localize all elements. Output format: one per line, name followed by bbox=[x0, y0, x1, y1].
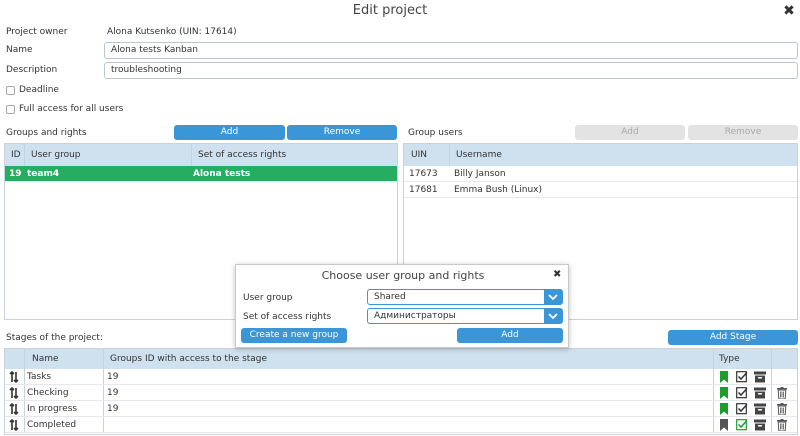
trash-icon[interactable] bbox=[777, 387, 787, 399]
archive-icon[interactable] bbox=[754, 419, 766, 431]
col-user-group: User group bbox=[31, 150, 81, 160]
chevron-down-icon[interactable] bbox=[544, 290, 562, 304]
stage-groups: 19 bbox=[107, 404, 119, 414]
archive-icon[interactable] bbox=[754, 371, 766, 383]
reorder-icon[interactable] bbox=[9, 419, 19, 431]
stage-groups: 19 bbox=[107, 372, 119, 382]
groups-title: Groups and rights bbox=[6, 128, 87, 138]
deadline-label: Deadline bbox=[19, 85, 59, 95]
table-row[interactable]: 17673 Billy Janson bbox=[404, 166, 797, 182]
group-users-title: Group users bbox=[408, 128, 463, 138]
bookmark-icon[interactable] bbox=[719, 387, 729, 399]
trash-icon[interactable] bbox=[777, 403, 787, 415]
create-group-button[interactable]: Create a new group bbox=[241, 328, 347, 343]
checkbox-icon[interactable] bbox=[736, 371, 748, 383]
col-stage-name: Name bbox=[32, 354, 59, 364]
user-group-select[interactable]: Shared bbox=[367, 289, 563, 305]
owner-value: Alona Kutsenko (UIN: 17614) bbox=[107, 27, 237, 37]
rights-value: Администраторы bbox=[374, 311, 456, 321]
description-label: Description bbox=[6, 65, 58, 75]
table-row[interactable]: Completed bbox=[5, 417, 797, 433]
stage-name: Checking bbox=[27, 388, 69, 398]
col-stage-type: Type bbox=[719, 354, 740, 364]
table-row[interactable]: 17681 Emma Bush (Linux) bbox=[404, 182, 797, 198]
col-username: Username bbox=[456, 150, 502, 160]
users-table-header: UIN Username bbox=[404, 144, 797, 166]
remove-user-button[interactable]: Remove bbox=[688, 125, 798, 140]
stage-name: Tasks bbox=[27, 372, 52, 382]
close-icon[interactable]: ✖ bbox=[782, 4, 796, 18]
stages-table: Name Groups ID with access to the stage … bbox=[4, 348, 798, 435]
add-stage-button[interactable]: Add Stage bbox=[668, 330, 798, 345]
rights-select[interactable]: Администраторы bbox=[367, 308, 563, 324]
bookmark-icon[interactable] bbox=[719, 419, 729, 431]
bookmark-icon[interactable] bbox=[719, 403, 729, 415]
checkbox-icon[interactable] bbox=[736, 387, 748, 399]
choose-group-dialog: Choose user group and rights ✖ User grou… bbox=[235, 264, 569, 348]
remove-group-button[interactable]: Remove bbox=[287, 125, 397, 140]
table-row[interactable]: Checking 19 bbox=[5, 385, 797, 401]
reorder-icon[interactable] bbox=[9, 371, 19, 383]
description-field[interactable]: troubleshooting bbox=[104, 62, 798, 79]
stages-table-header: Name Groups ID with access to the stage … bbox=[5, 349, 797, 369]
bookmark-icon[interactable] bbox=[719, 371, 729, 383]
trash-icon[interactable] bbox=[777, 419, 787, 431]
groups-table-header: ID User group Set of access rights bbox=[5, 144, 397, 166]
chevron-down-icon[interactable] bbox=[544, 309, 562, 323]
table-row[interactable]: 19 team4 Alona tests bbox=[5, 166, 397, 182]
row-id: 19 bbox=[9, 169, 22, 179]
reorder-icon[interactable] bbox=[9, 403, 19, 415]
col-access-rights: Set of access rights bbox=[198, 150, 287, 160]
add-group-button[interactable]: Add bbox=[174, 125, 285, 140]
table-row[interactable]: In progress 19 bbox=[5, 401, 797, 417]
checkbox-icon[interactable] bbox=[736, 403, 748, 415]
name-label: Name bbox=[6, 45, 33, 55]
name-field[interactable]: Alona tests Kanban bbox=[104, 42, 798, 59]
row-username: Billy Janson bbox=[454, 169, 506, 179]
full-access-label: Full access for all users bbox=[19, 104, 124, 114]
checkbox-icon[interactable] bbox=[736, 419, 748, 431]
full-access-checkbox[interactable] bbox=[6, 105, 15, 114]
col-stage-groups: Groups ID with access to the stage bbox=[110, 354, 268, 364]
popup-title: Choose user group and rights bbox=[321, 269, 485, 282]
archive-icon[interactable] bbox=[754, 387, 766, 399]
stage-name: Completed bbox=[27, 420, 77, 430]
row-username: Emma Bush (Linux) bbox=[454, 185, 543, 195]
stages-title: Stages of the project: bbox=[6, 333, 103, 343]
owner-label: Project owner bbox=[6, 27, 68, 37]
popup-add-button[interactable]: Add bbox=[457, 328, 563, 343]
row-uin: 17681 bbox=[409, 185, 438, 195]
table-row[interactable]: Tasks 19 bbox=[5, 369, 797, 385]
stage-rows: Tasks 19 Checking 19 In progress 19 Completed bbox=[5, 369, 797, 433]
stage-groups: 19 bbox=[107, 388, 119, 398]
row-rights: Alona tests bbox=[193, 169, 251, 179]
row-uin: 17673 bbox=[409, 169, 438, 179]
col-id: ID bbox=[11, 150, 21, 160]
deadline-checkbox[interactable] bbox=[6, 86, 15, 95]
user-group-value: Shared bbox=[374, 292, 406, 302]
add-user-button[interactable]: Add bbox=[575, 125, 685, 140]
stage-name: In progress bbox=[27, 404, 78, 414]
popup-rights-label: Set of access rights bbox=[243, 312, 332, 322]
dialog-title: Edit project bbox=[352, 3, 428, 18]
archive-icon[interactable] bbox=[754, 403, 766, 415]
reorder-icon[interactable] bbox=[9, 387, 19, 399]
row-group: team4 bbox=[27, 169, 60, 179]
popup-close-icon[interactable]: ✖ bbox=[553, 269, 561, 280]
popup-user-group-label: User group bbox=[243, 293, 293, 303]
col-uin: UIN bbox=[411, 150, 427, 160]
